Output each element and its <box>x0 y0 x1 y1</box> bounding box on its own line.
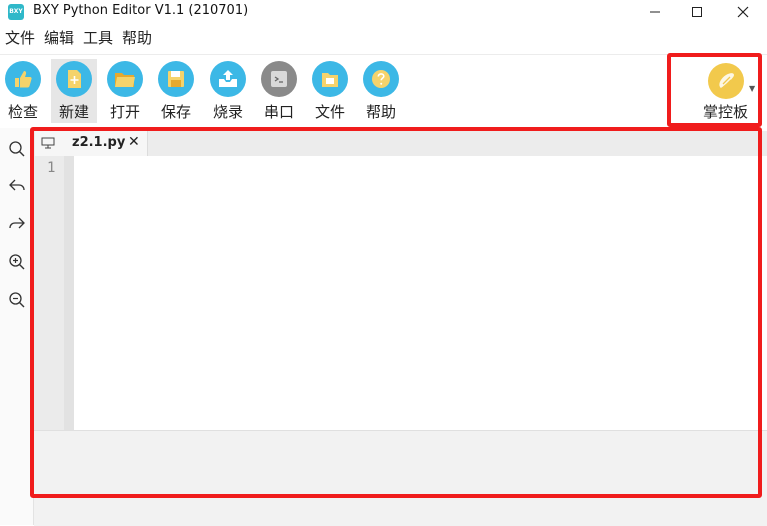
redo-button[interactable] <box>7 214 27 234</box>
tab-close-icon[interactable]: ✕ <box>128 134 140 150</box>
close-icon <box>737 6 748 18</box>
search-icon <box>9 141 25 157</box>
menu-file[interactable]: 文件 <box>0 26 39 50</box>
zoom-in-icon <box>9 254 25 270</box>
help-icon <box>363 61 399 97</box>
close-window-button[interactable] <box>720 0 765 24</box>
open-folder-icon <box>107 61 143 97</box>
new-file-icon <box>56 61 92 97</box>
undo-icon <box>9 179 25 191</box>
line-number: 1 <box>47 160 56 176</box>
monitor-icon <box>41 137 55 149</box>
menu-tools[interactable]: 工具 <box>78 26 117 50</box>
new-label: 新建 <box>58 103 89 121</box>
serial-button[interactable]: 串口 <box>256 59 302 123</box>
fold-margin <box>64 156 74 430</box>
serial-label: 串口 <box>263 103 294 121</box>
help-button[interactable]: 帮助 <box>358 59 404 123</box>
tab-label: z2.1.py <box>72 135 126 150</box>
left-sidebar <box>0 128 34 525</box>
output-panel <box>34 430 767 526</box>
upload-icon <box>210 61 246 97</box>
menu-help[interactable]: 帮助 <box>117 26 156 50</box>
menu-edit[interactable]: 编辑 <box>39 26 78 50</box>
editor-tab-bar: z2.1.py ✕ <box>34 131 767 156</box>
open-button[interactable]: 打开 <box>102 59 148 123</box>
zoom-in-button[interactable] <box>7 252 27 272</box>
board-icon <box>708 63 744 99</box>
maximize-icon <box>691 7 702 17</box>
undo-button[interactable] <box>7 176 27 196</box>
window-title: BXY Python Editor V1.1 (210701) <box>33 3 249 18</box>
toolbar: 检查 新建 打开 保存 烧录 串口 文件 帮助 <box>0 54 767 127</box>
check-label: 检查 <box>7 103 38 121</box>
check-button[interactable]: 检查 <box>0 59 46 123</box>
minimize-icon <box>649 11 660 13</box>
help-label: 帮助 <box>365 103 396 121</box>
code-editor[interactable] <box>74 156 767 430</box>
zoom-out-icon <box>9 292 25 308</box>
new-button[interactable]: 新建 <box>51 59 97 123</box>
title-bar: BXY BXY Python Editor V1.1 (210701) <box>0 0 767 24</box>
save-button[interactable]: 保存 <box>153 59 199 123</box>
chevron-down-icon[interactable]: ▼ <box>749 84 755 93</box>
files-label: 文件 <box>314 103 345 121</box>
save-icon <box>158 61 194 97</box>
minimize-button[interactable] <box>632 0 677 24</box>
search-button[interactable] <box>7 139 27 159</box>
files-button[interactable]: 文件 <box>307 59 353 123</box>
tab-z2-1-py[interactable]: z2.1.py ✕ <box>35 131 148 156</box>
flash-button[interactable]: 烧录 <box>205 59 251 123</box>
terminal-icon <box>261 61 297 97</box>
flash-label: 烧录 <box>212 103 243 121</box>
thumbs-up-icon <box>5 61 41 97</box>
save-label: 保存 <box>160 103 191 121</box>
board-label: 掌控板 <box>703 103 749 121</box>
menu-bar: 文件 编辑 工具 帮助 <box>0 26 156 50</box>
maximize-button[interactable] <box>674 0 719 24</box>
file-manager-icon <box>312 61 348 97</box>
zoom-out-button[interactable] <box>7 290 27 310</box>
editor-panel: z2.1.py ✕ 1 <box>34 131 767 526</box>
redo-icon <box>9 217 25 229</box>
board-selector[interactable]: 掌控板 ▼ <box>669 55 761 125</box>
app-icon: BXY <box>8 4 24 20</box>
open-label: 打开 <box>109 103 140 121</box>
